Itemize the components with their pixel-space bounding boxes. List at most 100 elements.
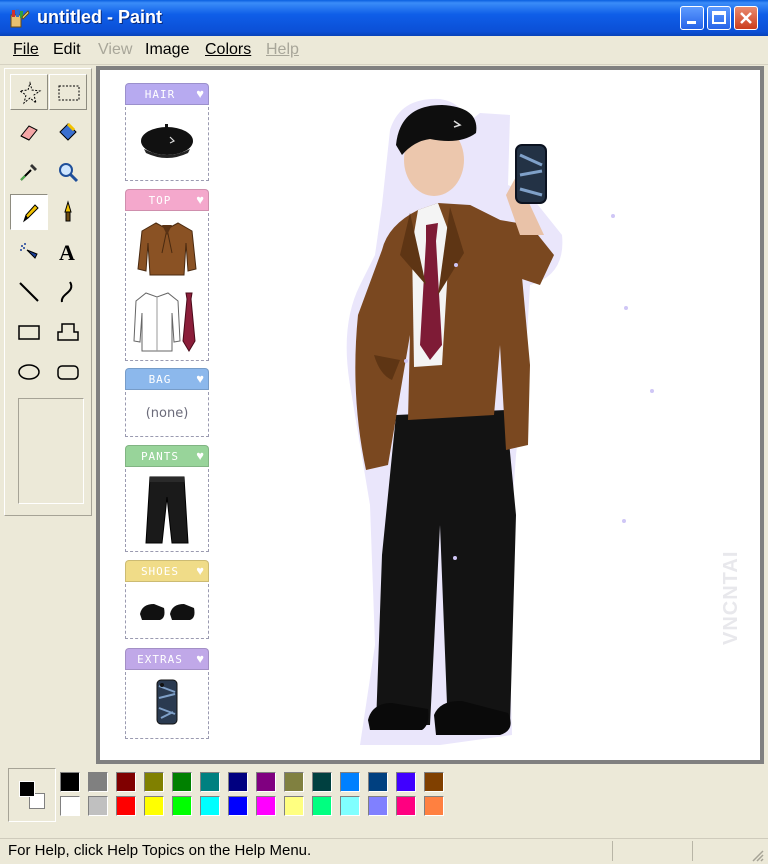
palette-swatch[interactable]: [424, 796, 444, 816]
star-select-icon: [18, 81, 42, 105]
tool-ellipse[interactable]: [10, 354, 48, 390]
panel-label-pants: PANTS: [140, 450, 180, 463]
palette-swatch[interactable]: [256, 796, 276, 816]
maximize-icon: [712, 11, 726, 24]
ellipse-icon: [18, 364, 40, 380]
paint-bucket-icon: [59, 122, 77, 141]
outfit-panel-extras: EXTRAS ♥: [125, 648, 209, 739]
palette-swatch[interactable]: [60, 796, 80, 816]
palette-swatch[interactable]: [116, 796, 136, 816]
palette-swatch[interactable]: [424, 772, 444, 792]
tool-polygon[interactable]: [49, 314, 87, 350]
watermark-text: VNCNTAI: [720, 550, 742, 645]
palette-swatch[interactable]: [60, 772, 80, 792]
palette-swatch[interactable]: [172, 772, 192, 792]
tool-rectangle[interactable]: [10, 314, 48, 350]
palette-swatch[interactable]: [312, 796, 332, 816]
svg-text:A: A: [59, 240, 75, 264]
palette-swatch[interactable]: [396, 772, 416, 792]
tool-fill[interactable]: [49, 114, 87, 150]
palette-swatch[interactable]: [284, 772, 304, 792]
palette-swatch[interactable]: [88, 796, 108, 816]
palette-swatch[interactable]: [228, 796, 248, 816]
menu-colors[interactable]: Colors: [205, 41, 251, 59]
outfit-panel-top: TOP ♥: [125, 189, 209, 361]
palette-swatch[interactable]: [256, 772, 276, 792]
menu-help[interactable]: Help: [266, 41, 299, 59]
tool-brush[interactable]: [49, 194, 87, 230]
tool-line[interactable]: [10, 274, 48, 310]
rectangle-icon: [18, 325, 40, 340]
eyedropper-icon: [20, 164, 37, 181]
panel-body-shoes: [125, 584, 209, 639]
tool-airbrush[interactable]: [10, 234, 48, 270]
palette-swatch[interactable]: [368, 796, 388, 816]
close-icon: [740, 12, 752, 24]
close-button[interactable]: [734, 6, 758, 30]
tool-select[interactable]: [49, 74, 87, 110]
palette-swatch[interactable]: [396, 796, 416, 816]
palette-swatch[interactable]: [116, 772, 136, 792]
panel-header-top: TOP ♥: [125, 189, 209, 211]
tool-free-form-select[interactable]: [10, 74, 48, 110]
panel-label-extras: EXTRAS: [137, 653, 183, 666]
palette-swatch[interactable]: [340, 796, 360, 816]
tool-text[interactable]: A: [49, 234, 87, 270]
palette-swatch[interactable]: [144, 796, 164, 816]
palette-swatch[interactable]: [144, 772, 164, 792]
status-text: For Help, click Help Topics on the Help …: [8, 842, 312, 859]
menu-file[interactable]: File: [13, 41, 39, 59]
tool-magnifier[interactable]: [49, 154, 87, 190]
heart-icon: ♥: [196, 448, 204, 463]
minimize-button[interactable]: [680, 6, 704, 30]
foreground-color-swatch[interactable]: [19, 781, 35, 797]
palette-swatch[interactable]: [368, 772, 388, 792]
heart-icon: ♥: [196, 371, 204, 386]
palette-swatch[interactable]: [284, 796, 304, 816]
tool-pick-color[interactable]: [10, 154, 48, 190]
menu-image[interactable]: Image: [145, 41, 189, 59]
eraser-icon: [20, 125, 38, 141]
tool-rounded-rectangle[interactable]: [49, 354, 87, 390]
menu-file-label: File: [13, 41, 39, 58]
palette-swatch[interactable]: [172, 796, 192, 816]
menu-colors-label: Colors: [205, 41, 252, 58]
drawing-canvas[interactable]: HAIR ♥ TOP ♥ BAG ♥ (none) PANTS ♥ SHOES …: [100, 70, 760, 760]
palette-swatch[interactable]: [88, 772, 108, 792]
maximize-button[interactable]: [707, 6, 731, 30]
palette-swatch[interactable]: [200, 772, 220, 792]
menu-view[interactable]: View: [98, 41, 132, 59]
title-bar[interactable]: untitled - Paint: [0, 0, 768, 36]
tool-pencil[interactable]: [10, 194, 48, 230]
tool-curve[interactable]: [49, 274, 87, 310]
airbrush-icon: [20, 243, 38, 259]
panel-label-bag: BAG: [148, 373, 172, 386]
panel-label-shoes: SHOES: [140, 565, 180, 578]
outfit-panel-pants: PANTS ♥: [125, 445, 209, 552]
menu-bar: File Edit View Image Colors Help: [0, 36, 768, 65]
brown-jacket-icon: [137, 222, 197, 276]
palette-swatch[interactable]: [228, 772, 248, 792]
palette-swatch[interactable]: [312, 772, 332, 792]
heart-icon: ♥: [196, 651, 204, 666]
minimize-icon: [687, 21, 696, 24]
panel-body-hair: [125, 107, 209, 181]
menu-edit[interactable]: Edit: [53, 41, 81, 59]
panel-label-top: TOP: [148, 194, 172, 207]
palette-swatch[interactable]: [200, 796, 220, 816]
current-colors[interactable]: [8, 768, 56, 822]
panel-header-shoes: SHOES ♥: [125, 560, 209, 582]
palette-swatch[interactable]: [340, 772, 360, 792]
white-shirt-icon: [133, 292, 181, 352]
panel-header-hair: HAIR ♥: [125, 83, 209, 105]
tool-eraser[interactable]: [10, 114, 48, 150]
text-icon: A: [59, 240, 75, 264]
resize-grip-icon[interactable]: [750, 848, 764, 862]
pencil-icon: [23, 204, 39, 223]
status-bar: For Help, click Help Topics on the Help …: [0, 838, 768, 864]
panel-body-extras: [125, 672, 209, 739]
window-title: untitled - Paint: [37, 7, 162, 27]
menu-image-label: Image: [145, 41, 190, 58]
panel-header-pants: PANTS ♥: [125, 445, 209, 467]
tool-options-box[interactable]: [18, 398, 84, 504]
